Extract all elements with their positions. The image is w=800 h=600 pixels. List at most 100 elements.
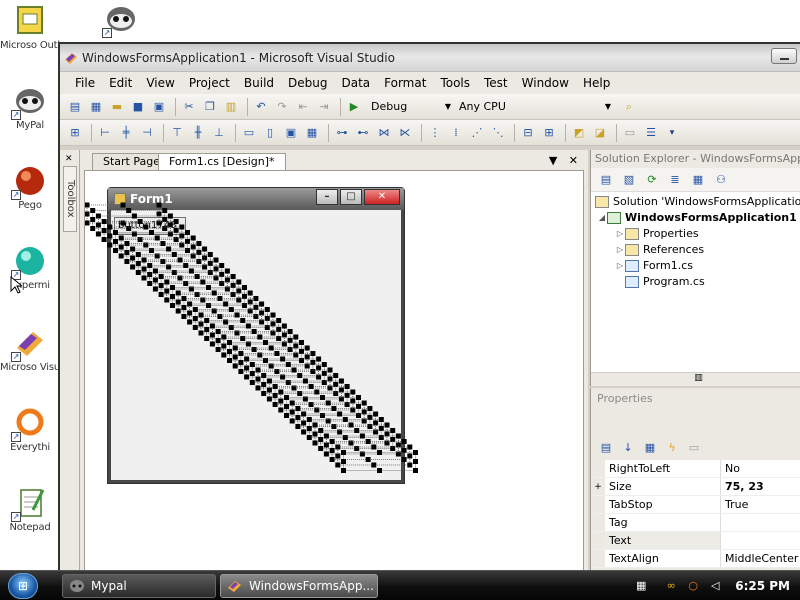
- menu-edit[interactable]: Edit: [102, 76, 139, 90]
- menu-data[interactable]: Data: [334, 76, 377, 90]
- tree-item-program[interactable]: Program.cs: [591, 274, 800, 290]
- undo-icon[interactable]: ↶: [252, 98, 270, 116]
- align-rights-icon[interactable]: ⊣: [138, 124, 156, 142]
- make-same-size-icon[interactable]: ▣: [282, 124, 300, 142]
- navigate-forward-icon[interactable]: ⇥: [315, 98, 333, 116]
- tree-project-node[interactable]: ◢ WindowsFormsApplication1: [591, 210, 800, 226]
- align-tops-icon[interactable]: ⊤: [168, 124, 186, 142]
- desktop-icon-outlook[interactable]: Microso Outloo: [0, 4, 60, 52]
- vertical-spacing-decrease-icon[interactable]: ⋰: [468, 124, 486, 142]
- volume-icon[interactable]: ◁: [707, 579, 723, 593]
- align-middles-icon[interactable]: ╫: [189, 124, 207, 142]
- property-value[interactable]: No: [721, 460, 800, 477]
- network-icon[interactable]: ▦: [633, 579, 649, 593]
- categorized-icon[interactable]: ▤: [597, 438, 615, 456]
- desktop-icon-mypal[interactable]: ↗ MyPal: [0, 84, 60, 132]
- class-diagram-icon[interactable]: ⚇: [712, 171, 730, 189]
- menu-tools[interactable]: Tools: [433, 76, 477, 90]
- copy-icon[interactable]: ❐: [201, 98, 219, 116]
- window-titlebar[interactable]: WindowsFormsApplication1 - Microsoft Vis…: [60, 44, 800, 72]
- tab-list-dropdown-icon[interactable]: ▼: [549, 154, 557, 167]
- menu-help[interactable]: Help: [576, 76, 617, 90]
- property-row[interactable]: Text: [591, 532, 800, 550]
- new-project-icon[interactable]: ▤: [66, 98, 84, 116]
- tree-item-properties[interactable]: ▷ Properties: [591, 226, 800, 242]
- horizontal-spacing-increase-icon[interactable]: ⊷: [354, 124, 372, 142]
- view-code-icon[interactable]: ≣: [666, 171, 684, 189]
- view-designer-icon[interactable]: ▦: [689, 171, 707, 189]
- horizontal-spacing-remove-icon[interactable]: ⋉: [396, 124, 414, 142]
- minimize-button[interactable]: [771, 48, 797, 64]
- desktop-icon-visual-studio[interactable]: ↗ Microso Visual Stu: [0, 326, 60, 374]
- property-value[interactable]: [721, 514, 800, 531]
- tab-form1-design[interactable]: Form1.cs [Design]*: [158, 153, 286, 170]
- cut-icon[interactable]: ✂: [180, 98, 198, 116]
- alphabetical-icon[interactable]: ↓: [619, 438, 637, 456]
- property-pages-icon[interactable]: ▭: [685, 438, 703, 456]
- center-vertically-icon[interactable]: ⊞: [540, 124, 558, 142]
- collapse-arrow-icon[interactable]: ◢: [597, 210, 607, 226]
- desktop-icon-pego[interactable]: ↗ Pego: [0, 164, 60, 212]
- size-to-grid-icon[interactable]: ▦: [303, 124, 321, 142]
- save-icon[interactable]: ■: [129, 98, 147, 116]
- desktop-icon-raccoon[interactable]: ↗: [102, 2, 138, 38]
- start-button[interactable]: ⊞: [8, 573, 38, 599]
- desktop-icon-notepad[interactable]: ↗ Notepad: [0, 486, 60, 534]
- center-horizontally-icon[interactable]: ⊟: [519, 124, 537, 142]
- refresh-icon[interactable]: ⟳: [643, 171, 661, 189]
- properties-icon[interactable]: ▤: [597, 171, 615, 189]
- menu-window[interactable]: Window: [515, 76, 576, 90]
- desktop-icon-everything[interactable]: ↗ Everythi: [0, 406, 60, 454]
- menu-project[interactable]: Project: [182, 76, 237, 90]
- horizontal-spacing-decrease-icon[interactable]: ⋈: [375, 124, 393, 142]
- vertical-spacing-increase-icon[interactable]: ⁞: [447, 124, 465, 142]
- form-designer-surface[interactable]: Form1 – □ ✕ button1748: [84, 170, 584, 574]
- make-same-width-icon[interactable]: ▭: [240, 124, 258, 142]
- property-row[interactable]: TextAlign MiddleCenter: [591, 550, 800, 568]
- properties-object-selector[interactable]: [591, 408, 800, 434]
- redo-icon[interactable]: ↷: [273, 98, 291, 116]
- menu-debug[interactable]: Debug: [281, 76, 334, 90]
- properties-view-icon[interactable]: ▦: [641, 438, 659, 456]
- expand-arrow-icon[interactable]: ▷: [615, 242, 625, 258]
- vertical-spacing-remove-icon[interactable]: ⋱: [489, 124, 507, 142]
- tree-item-references[interactable]: ▷ References: [591, 242, 800, 258]
- property-row[interactable]: TabStop True: [591, 496, 800, 514]
- horizontal-spacing-equal-icon[interactable]: ⊶: [333, 124, 351, 142]
- solution-platform-select[interactable]: Any CPU ▼: [454, 98, 614, 116]
- align-bottoms-icon[interactable]: ⊥: [210, 124, 228, 142]
- find-in-files-icon[interactable]: ⌕: [620, 98, 638, 116]
- make-same-height-icon[interactable]: ▯: [261, 124, 279, 142]
- start-debugging-icon[interactable]: ▶: [345, 98, 363, 116]
- bring-to-front-icon[interactable]: ◩: [570, 124, 588, 142]
- menu-view[interactable]: View: [139, 76, 181, 90]
- toolbox-tab[interactable]: Toolbox: [63, 166, 77, 232]
- tab-order-icon[interactable]: ☰: [642, 124, 660, 142]
- menu-format[interactable]: Format: [377, 76, 433, 90]
- taskbar-button-mypal[interactable]: Mypal: [62, 574, 216, 598]
- add-item-icon[interactable]: ▦: [87, 98, 105, 116]
- show-all-files-icon[interactable]: ▧: [620, 171, 638, 189]
- expand-arrow-icon[interactable]: ▷: [615, 226, 625, 242]
- tray-app-icon[interactable]: ∞: [663, 579, 679, 593]
- expand-icon[interactable]: +: [591, 478, 605, 495]
- property-value[interactable]: True: [721, 496, 800, 513]
- property-row[interactable]: RightToLeft No: [591, 460, 800, 478]
- property-row[interactable]: + Size 75, 23: [591, 478, 800, 496]
- paste-icon[interactable]: ▥: [222, 98, 240, 116]
- search-ring-icon[interactable]: ○: [685, 579, 701, 593]
- taskbar-button-visual-studio[interactable]: WindowsFormsApp...: [220, 574, 378, 598]
- align-to-grid-icon[interactable]: ⊞: [66, 124, 84, 142]
- horizontal-scrollbar[interactable]: ▥: [591, 372, 800, 386]
- tree-item-form1[interactable]: ▷ Form1.cs: [591, 258, 800, 274]
- align-lefts-icon[interactable]: ⊢: [96, 124, 114, 142]
- vertical-spacing-equal-icon[interactable]: ⋮: [426, 124, 444, 142]
- events-icon[interactable]: ϟ: [663, 438, 681, 456]
- menu-test[interactable]: Test: [477, 76, 515, 90]
- open-folder-icon[interactable]: ▬: [108, 98, 126, 116]
- menu-file[interactable]: File: [68, 76, 102, 90]
- lock-controls-icon[interactable]: ▭: [621, 124, 639, 142]
- property-value[interactable]: 75, 23: [721, 478, 800, 495]
- property-row[interactable]: Tag: [591, 514, 800, 532]
- solution-configuration-select[interactable]: Debug ▼: [366, 98, 454, 116]
